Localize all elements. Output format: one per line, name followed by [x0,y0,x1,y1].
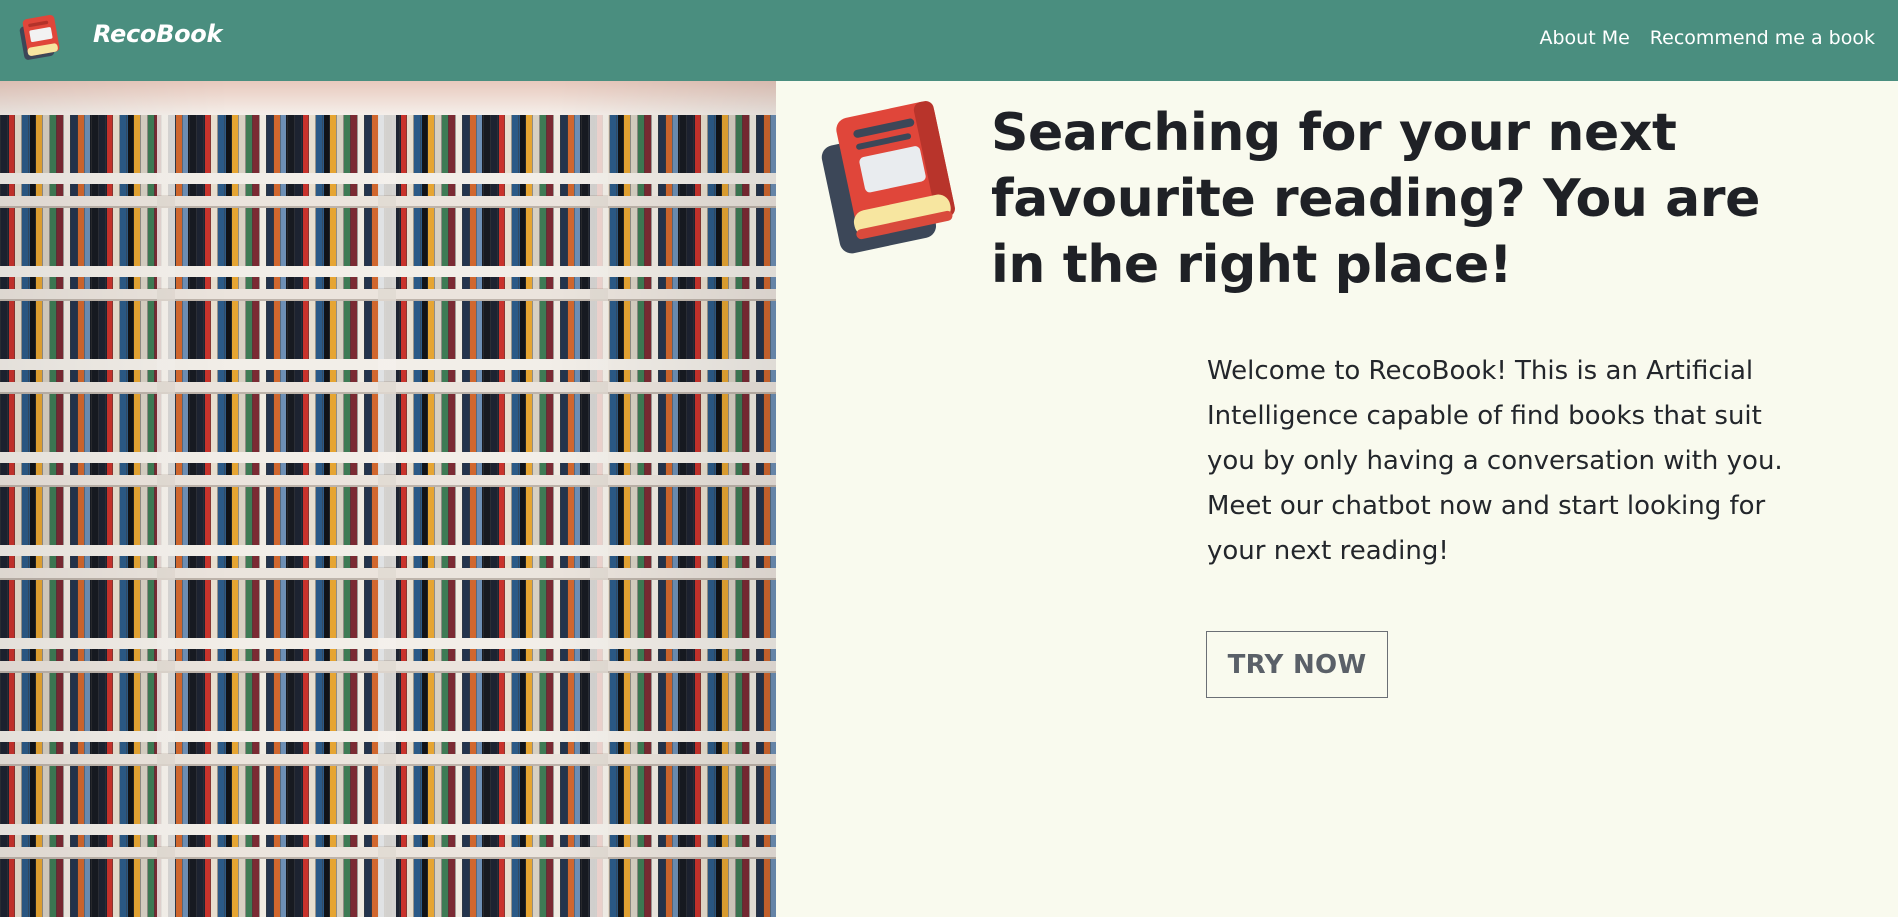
bookshelf-shadow [0,81,776,917]
nav-links: About Me Recommend me a book [1540,27,1876,49]
book-logo-icon[interactable] [13,12,67,66]
intro-paragraph: Welcome to RecoBook! This is an Artifici… [1207,356,1783,566]
nav-link-about-me[interactable]: About Me [1540,27,1630,49]
top-navbar: RecoBook About Me Recommend me a book [0,0,1898,81]
nav-link-recommend-book[interactable]: Recommend me a book [1650,27,1875,49]
page-headline: Searching for your next favourite readin… [991,103,1760,295]
try-now-button[interactable]: TRY NOW [1206,631,1388,698]
bookshelf-image [0,81,776,917]
book-icon [821,101,955,254]
brand-name[interactable]: RecoBook [93,20,222,48]
